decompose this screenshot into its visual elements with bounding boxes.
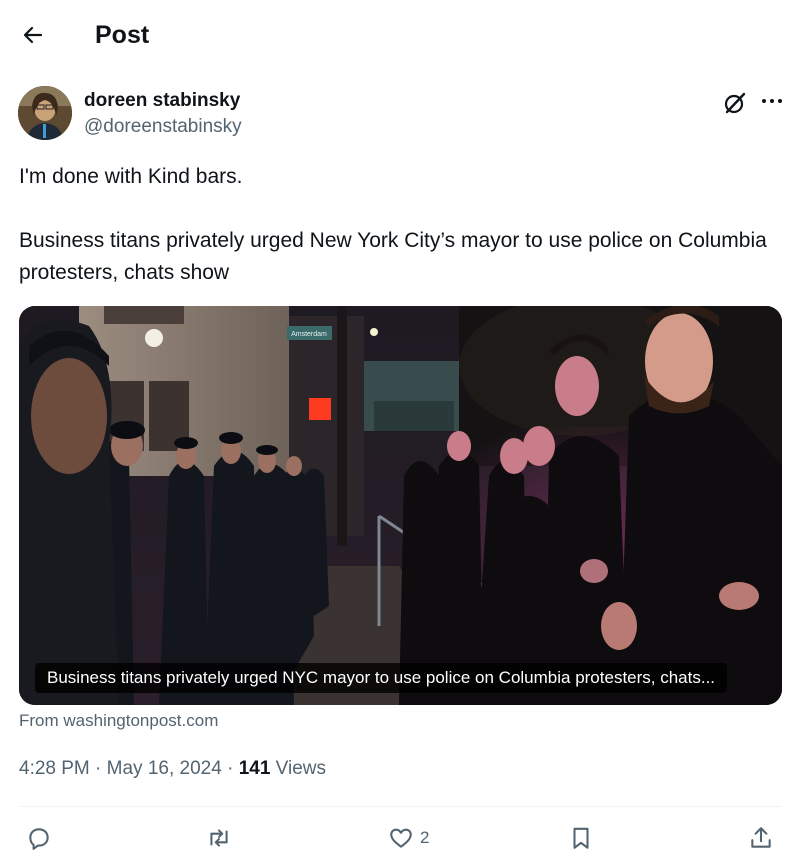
bookmark-icon [573,827,589,849]
views-count: 141 [238,758,271,779]
reply-icon [29,828,49,850]
post-meta: 4:28 PM · May 16, 2024 · 141 Views [19,756,326,782]
bookmark-button[interactable] [568,822,594,854]
heart-icon [390,828,412,848]
post-text-line-2: Business titans privately urged New York… [19,229,767,284]
link-source[interactable]: From washingtonpost.com [19,710,218,732]
post-text-line-1: I'm done with Kind bars. [19,165,243,188]
action-bar: 2 [0,818,800,858]
repost-button[interactable] [206,822,232,854]
author-handle[interactable]: @doreenstabinsky [84,116,242,138]
like-count: 2 [420,828,430,847]
post-time[interactable]: 4:28 PM [19,758,90,779]
back-button[interactable] [18,20,48,50]
meta-separator: · [221,758,239,779]
author-name[interactable]: doreen stabinsky [84,90,240,112]
link-card-caption: Business titans privately urged NYC mayo… [35,663,728,693]
post-date[interactable]: May 16, 2024 [107,758,222,779]
divider [19,806,782,807]
link-card[interactable]: Amsterdam Business titans privately urge… [19,306,782,705]
arrow-left-icon [23,26,43,44]
article-photo: Amsterdam [19,306,782,705]
meta-separator: · [89,758,107,779]
top-bar: Post [0,0,800,70]
repost-icon [210,829,228,847]
more-options-icon[interactable] [759,88,785,114]
page-title: Post [95,21,150,49]
reply-button[interactable] [26,822,52,854]
like-button[interactable]: 2 [388,822,429,854]
share-icon [751,827,771,848]
street-sign-text: Amsterdam [291,331,327,338]
avatar[interactable] [18,86,72,140]
avatar-image [18,86,72,140]
grok-icon[interactable] [722,90,748,116]
views-label: Views [270,758,327,779]
share-button[interactable] [748,822,774,854]
post-author: doreen stabinsky @doreenstabinsky [18,86,788,144]
